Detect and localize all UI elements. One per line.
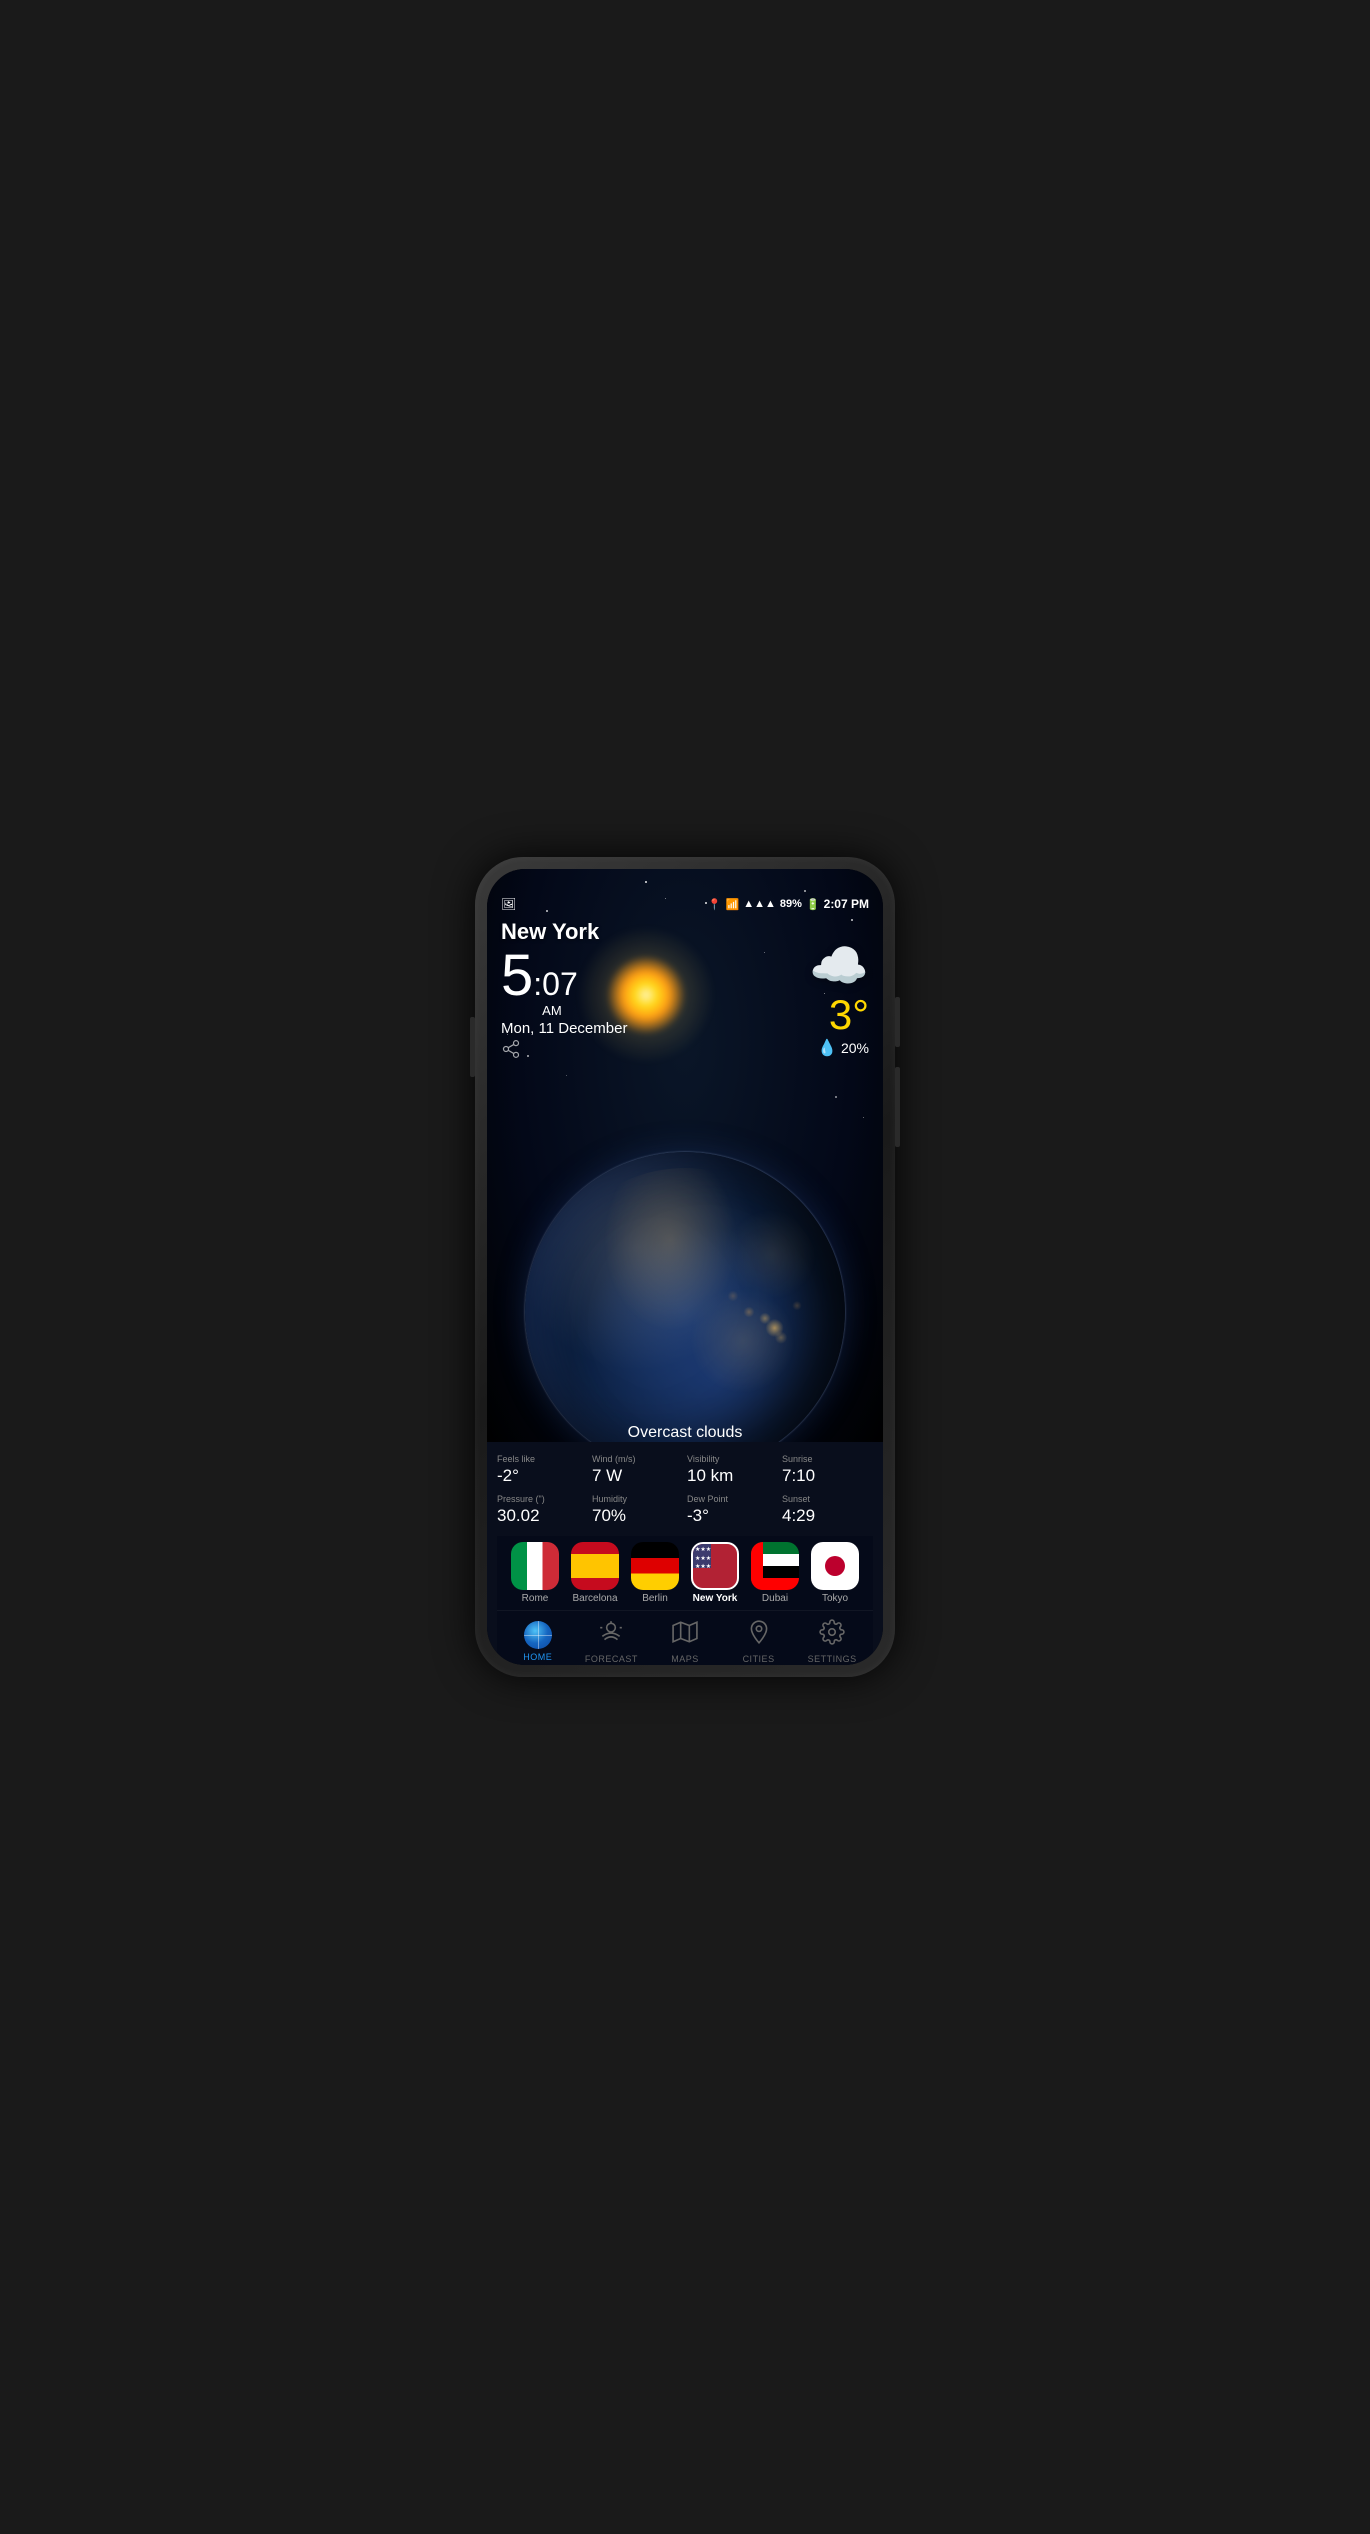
status-right: 📍 📶 ▲▲▲ 89% 🔋 2:07 PM bbox=[708, 897, 869, 911]
humidity-value: 70% bbox=[592, 1506, 683, 1526]
power-button[interactable] bbox=[895, 997, 900, 1047]
city-flag-tokyo bbox=[811, 1542, 859, 1590]
home-icon bbox=[524, 1621, 552, 1649]
nav-home[interactable]: HOME bbox=[501, 1621, 575, 1662]
phone-frame: 🖼 📍 📶 ▲▲▲ 89% 🔋 2:07 PM bbox=[475, 857, 895, 1677]
sunset-value: 4:29 bbox=[782, 1506, 873, 1526]
city-item-newyork[interactable]: New York bbox=[691, 1542, 739, 1604]
precipitation-value: 20% bbox=[841, 1040, 869, 1056]
city-flag-rome bbox=[511, 1542, 559, 1590]
weather-cloud-icon: ☁️ bbox=[809, 937, 869, 994]
bottom-navigation: HOME FO bbox=[497, 1610, 873, 1665]
nav-settings-label: SETTINGS bbox=[808, 1654, 857, 1664]
phone-screen: 🖼 📍 📶 ▲▲▲ 89% 🔋 2:07 PM bbox=[487, 869, 883, 1665]
status-bar: 🖼 📍 📶 ▲▲▲ 89% 🔋 2:07 PM bbox=[487, 869, 883, 917]
time-separator: : bbox=[533, 966, 542, 1003]
clock-display: 2:07 PM bbox=[824, 897, 869, 911]
wind-label: Wind (m/s) bbox=[592, 1454, 683, 1464]
cities-row: Rome Barcelona Berlin New York bbox=[497, 1536, 873, 1610]
nav-maps-label: MAPS bbox=[671, 1654, 699, 1664]
pressure-label: Pressure (") bbox=[497, 1494, 588, 1504]
volume-button[interactable] bbox=[895, 1067, 900, 1147]
wind-value: 7 W bbox=[592, 1466, 683, 1486]
city-item-berlin[interactable]: Berlin bbox=[631, 1542, 679, 1604]
battery-icon: 🔋 bbox=[806, 898, 820, 911]
time-ampm: AM bbox=[542, 1003, 562, 1018]
time-hour: 5 bbox=[501, 947, 533, 1005]
city-flag-newyork bbox=[691, 1542, 739, 1590]
time-minutes: 07 bbox=[542, 966, 578, 1003]
nav-forecast[interactable]: FORECAST bbox=[575, 1619, 649, 1664]
nav-home-label: HOME bbox=[523, 1652, 552, 1662]
weather-right: ☁️ 3° 💧 20% bbox=[809, 937, 869, 1058]
volume-down-button[interactable] bbox=[470, 1017, 475, 1077]
weather-stats-panel: Feels like -2° Wind (m/s) 7 W Visibility… bbox=[487, 1442, 883, 1665]
battery-percent: 89% bbox=[780, 898, 802, 910]
city-label-rome: Rome bbox=[522, 1593, 549, 1604]
sunset-stat: Sunset 4:29 bbox=[782, 1494, 873, 1526]
cities-icon bbox=[746, 1619, 772, 1651]
rain-icon: 💧 bbox=[817, 1038, 837, 1058]
signal-icon: ▲▲▲ bbox=[743, 898, 776, 910]
status-left: 🖼 bbox=[501, 897, 516, 911]
feels-like-label: Feels like bbox=[497, 1454, 588, 1464]
japan-circle bbox=[825, 1556, 845, 1576]
weather-description: Overcast clouds bbox=[487, 1424, 883, 1442]
widget-indicator: 🖼 bbox=[501, 897, 516, 911]
settings-icon bbox=[819, 1619, 845, 1651]
screen-content: 🖼 📍 📶 ▲▲▲ 89% 🔋 2:07 PM bbox=[487, 869, 883, 1665]
city-flag-berlin bbox=[631, 1542, 679, 1590]
city-label-newyork: New York bbox=[693, 1593, 738, 1604]
sunset-label: Sunset bbox=[782, 1494, 873, 1504]
maps-icon bbox=[672, 1619, 698, 1651]
city-label-tokyo: Tokyo bbox=[822, 1593, 848, 1604]
dewpoint-label: Dew Point bbox=[687, 1494, 778, 1504]
stats-grid: Feels like -2° Wind (m/s) 7 W Visibility… bbox=[497, 1454, 873, 1526]
visibility-value: 10 km bbox=[687, 1466, 778, 1486]
humidity-label: Humidity bbox=[592, 1494, 683, 1504]
forecast-icon bbox=[598, 1619, 624, 1651]
temperature-display: 3° bbox=[809, 994, 869, 1036]
wifi-icon: 📶 bbox=[726, 898, 740, 911]
dewpoint-value: -3° bbox=[687, 1506, 778, 1526]
humidity-stat: Humidity 70% bbox=[592, 1494, 683, 1526]
nav-forecast-label: FORECAST bbox=[585, 1654, 638, 1664]
city-flag-dubai bbox=[751, 1542, 799, 1590]
nav-maps[interactable]: MAPS bbox=[648, 1619, 722, 1664]
location-icon: 📍 bbox=[708, 898, 722, 911]
city-item-barcelona[interactable]: Barcelona bbox=[571, 1542, 619, 1604]
share-icon[interactable] bbox=[501, 1039, 521, 1064]
city-flag-barcelona bbox=[571, 1542, 619, 1590]
nav-settings[interactable]: SETTINGS bbox=[795, 1619, 869, 1664]
city-label-berlin: Berlin bbox=[642, 1593, 668, 1604]
city-item-tokyo[interactable]: Tokyo bbox=[811, 1542, 859, 1604]
city-item-dubai[interactable]: Dubai bbox=[751, 1542, 799, 1604]
dewpoint-stat: Dew Point -3° bbox=[687, 1494, 778, 1526]
feels-like-stat: Feels like -2° bbox=[497, 1454, 588, 1486]
pressure-stat: Pressure (") 30.02 bbox=[497, 1494, 588, 1526]
nav-cities-label: CITIES bbox=[743, 1654, 775, 1664]
feels-like-value: -2° bbox=[497, 1466, 588, 1486]
visibility-label: Visibility bbox=[687, 1454, 778, 1464]
sunrise-stat: Sunrise 7:10 bbox=[782, 1454, 873, 1486]
visibility-stat: Visibility 10 km bbox=[687, 1454, 778, 1486]
pressure-value: 30.02 bbox=[497, 1506, 588, 1526]
time-minutes-ampm: 07 AM bbox=[542, 966, 578, 1018]
city-label-dubai: Dubai bbox=[762, 1593, 788, 1604]
nav-cities[interactable]: CITIES bbox=[722, 1619, 796, 1664]
wind-stat: Wind (m/s) 7 W bbox=[592, 1454, 683, 1486]
sunrise-value: 7:10 bbox=[782, 1466, 873, 1486]
city-label-barcelona: Barcelona bbox=[572, 1593, 617, 1604]
precipitation-display: 💧 20% bbox=[809, 1038, 869, 1058]
city-item-rome[interactable]: Rome bbox=[511, 1542, 559, 1604]
sunrise-label: Sunrise bbox=[782, 1454, 873, 1464]
